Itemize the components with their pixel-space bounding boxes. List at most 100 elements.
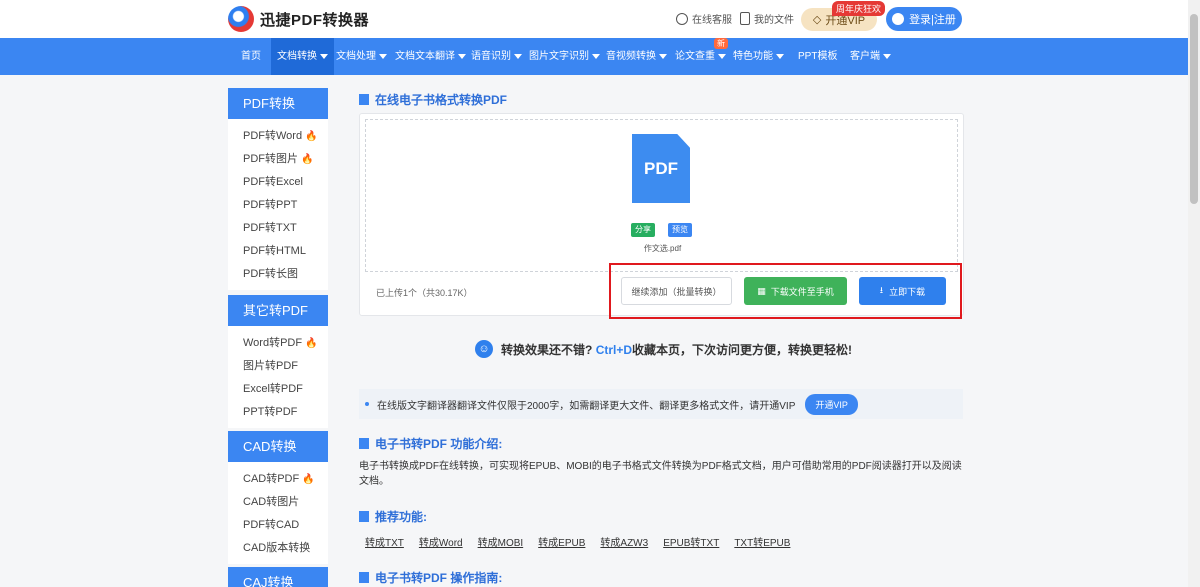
page: 迅捷PDF转换器 在线客服 我的文件 ◇ 开通VIP 周年庆狂欢 登录|注册 首… <box>0 0 1200 587</box>
nav-document-processing[interactable]: 文档处理 <box>330 38 393 75</box>
diamond-icon: ◇ <box>812 14 822 26</box>
sidebar-item-word-to-pdf[interactable]: Word转PDF 🔥 <box>228 332 328 355</box>
nav-ppt-templates[interactable]: PPT模板 <box>792 38 843 75</box>
nav-special-features[interactable]: 特色功能 <box>727 38 790 75</box>
anniversary-badge: 周年庆狂欢 <box>832 1 886 16</box>
nav-document-conversion[interactable]: 文档转换 <box>271 38 334 75</box>
nav-media-conversion-label: 音视频转换 <box>606 51 656 62</box>
nav-media-conversion[interactable]: 音视频转换 <box>600 38 673 75</box>
my-files-label: 我的文件 <box>754 15 794 26</box>
sidebar-group-title: 其它转PDF <box>228 295 328 326</box>
sidebar-item-cad-to-image[interactable]: CAD转图片 <box>228 491 328 514</box>
sidebar-item-label: PPT转PDF <box>243 406 298 418</box>
online-service-link[interactable]: 在线客服 <box>676 11 732 26</box>
upload-count: 已上传1个（共30.17K） <box>376 288 473 298</box>
sidebar-item-cad-version-conversion[interactable]: CAD版本转换 <box>228 537 328 560</box>
sidebar-item-label: PDF转TXT <box>243 222 297 234</box>
sidebar-item-cad-to-pdf[interactable]: CAD转PDF 🔥 <box>228 468 328 491</box>
nav-client[interactable]: 客户端 <box>844 38 897 75</box>
star-icon <box>359 511 369 522</box>
rec-link-to-azw3[interactable]: 转成AZW3 <box>600 534 648 549</box>
sidebar-item-label: Excel转PDF <box>243 383 303 395</box>
online-service-label: 在线客服 <box>692 15 732 26</box>
recommended-title-text: 推荐功能: <box>375 510 427 524</box>
sidebar-item-image-to-pdf[interactable]: 图片转PDF <box>228 355 328 378</box>
translation-limit-notice: 在线版文字翻译器翻译文件仅限于2000字，如需翻译更大文件、翻译更多格式文件，请… <box>359 389 963 419</box>
recommended-links: 转成TXT 转成Word 转成MOBI 转成EPUB 转成AZW3 EPUB转T… <box>365 534 790 549</box>
sidebar-item-pdf-to-word[interactable]: PDF转Word 🔥 <box>228 125 328 148</box>
highlight-box <box>609 263 962 319</box>
sidebar-item-pdf-to-image[interactable]: PDF转图片 🔥 <box>228 148 328 171</box>
sidebar-item-label: Word转PDF <box>243 337 303 349</box>
sidebar-item-label: PDF转HTML <box>243 245 306 257</box>
sidebar-item-pdf-to-txt[interactable]: PDF转TXT <box>228 217 328 240</box>
guide-title-text: 电子书转PDF 操作指南: <box>375 571 503 585</box>
rec-link-to-word[interactable]: 转成Word <box>419 534 463 549</box>
page-scrollbar[interactable] <box>1188 0 1200 587</box>
nav-speech-recognition-label: 语音识别 <box>471 51 511 62</box>
sidebar-group-pdf-conversion: PDF转换 PDF转Word 🔥 PDF转图片 🔥 PDF转Excel PDF转PP… <box>228 88 328 290</box>
file-name: 作文选.pdf <box>643 244 682 253</box>
nav-speech-recognition[interactable]: 语音识别 <box>465 38 528 75</box>
sidebar-item-pdf-to-excel[interactable]: PDF转Excel <box>228 171 328 194</box>
intro-title-text: 电子书转PDF 功能介绍: <box>375 437 503 451</box>
recommended-title: 推荐功能: <box>359 508 427 525</box>
sidebar-item-pdf-to-ppt[interactable]: PDF转PPT <box>228 194 328 217</box>
intro-description: 电子书转换成PDF在线转换，可实现将EPUB、MOBI的电子书格式文件转换为PD… <box>359 461 962 487</box>
caret-down-icon <box>514 53 522 59</box>
sidebar-group-caj-conversion: CAJ转换 <box>228 567 328 587</box>
main-navigation: 首页 文档转换 文档处理 文档文本翻译 语音识别 图片文字识别 音视频转换 论文… <box>0 38 1188 75</box>
sidebar-item-label: PDF转Excel <box>243 176 303 188</box>
document-icon <box>359 94 369 105</box>
logo-icon <box>228 6 254 32</box>
sidebar-item-pdf-to-cad[interactable]: PDF转CAD <box>228 514 328 537</box>
document-icon <box>740 12 750 25</box>
preview-button[interactable]: 预览 <box>668 223 692 237</box>
nav-image-ocr[interactable]: 图片文字识别 <box>523 38 606 75</box>
rec-link-epub-to-txt[interactable]: EPUB转TXT <box>663 534 719 549</box>
sidebar-item-ppt-to-pdf[interactable]: PPT转PDF <box>228 401 328 424</box>
sidebar-group-other-to-pdf: 其它转PDF Word转PDF 🔥 图片转PDF Excel转PDF PPT转PD… <box>228 295 328 428</box>
rec-link-to-epub[interactable]: 转成EPUB <box>538 534 585 549</box>
sidebar-group-title: PDF转换 <box>228 88 328 119</box>
caret-down-icon <box>776 53 784 59</box>
sidebar-item-label: 图片转PDF <box>243 360 298 372</box>
book-icon <box>359 438 369 449</box>
nav-client-label: 客户端 <box>850 51 880 62</box>
nav-image-ocr-label: 图片文字识别 <box>529 51 589 62</box>
nav-ppt-templates-label: PPT模板 <box>798 51 838 62</box>
sidebar-list: Word转PDF 🔥 图片转PDF Excel转PDF PPT转PDF <box>228 326 328 428</box>
intro-title: 电子书转PDF 功能介绍: <box>359 435 502 452</box>
login-register-button[interactable]: 登录|注册 <box>886 7 962 31</box>
caret-down-icon <box>379 53 387 59</box>
scrollbar-thumb[interactable] <box>1190 14 1198 204</box>
sidebar-list: CAD转PDF 🔥 CAD转图片 PDF转CAD CAD版本转换 <box>228 462 328 564</box>
guide-title: 电子书转PDF 操作指南: <box>359 569 502 586</box>
sidebar-group-cad-conversion: CAD转换 CAD转PDF 🔥 CAD转图片 PDF转CAD CAD版本转换 <box>228 431 328 564</box>
headset-icon <box>676 12 688 25</box>
nav-home-label: 首页 <box>241 51 261 62</box>
rec-link-to-txt[interactable]: 转成TXT <box>365 534 404 549</box>
sidebar-item-pdf-to-long-image[interactable]: PDF转长图 <box>228 263 328 286</box>
sidebar-item-label: CAD版本转换 <box>243 542 311 554</box>
notice-open-vip-button[interactable]: 开通VIP <box>805 393 858 415</box>
sidebar-item-excel-to-pdf[interactable]: Excel转PDF <box>228 378 328 401</box>
share-button[interactable]: 分享 <box>631 223 655 237</box>
rec-link-to-mobi[interactable]: 转成MOBI <box>478 534 524 549</box>
sidebar-group-title: CAD转换 <box>228 431 328 462</box>
caret-down-icon <box>659 53 667 59</box>
hot-fire-icon: 🔥 <box>305 338 318 349</box>
hot-fire-icon: 🔥 <box>305 131 318 142</box>
page-title: 在线电子书格式转换PDF <box>359 91 507 108</box>
sidebar-item-label: PDF转长图 <box>243 268 298 280</box>
my-files-link[interactable]: 我的文件 <box>740 11 794 26</box>
new-badge: 新 <box>714 38 728 49</box>
top-bar: 迅捷PDF转换器 在线客服 我的文件 ◇ 开通VIP 周年庆狂欢 登录|注册 <box>0 0 1188 38</box>
rec-link-txt-to-epub[interactable]: TXT转EPUB <box>734 534 790 549</box>
nav-document-translation[interactable]: 文档文本翻译 <box>389 38 472 75</box>
file-drop-area[interactable]: PDF 分享 预览 作文选.pdf <box>365 119 958 272</box>
nav-home[interactable]: 首页 <box>235 38 267 75</box>
sidebar-item-pdf-to-html[interactable]: PDF转HTML <box>228 240 328 263</box>
logo[interactable]: 迅捷PDF转换器 <box>228 6 369 32</box>
page-title-text: 在线电子书格式转换PDF <box>375 93 508 107</box>
